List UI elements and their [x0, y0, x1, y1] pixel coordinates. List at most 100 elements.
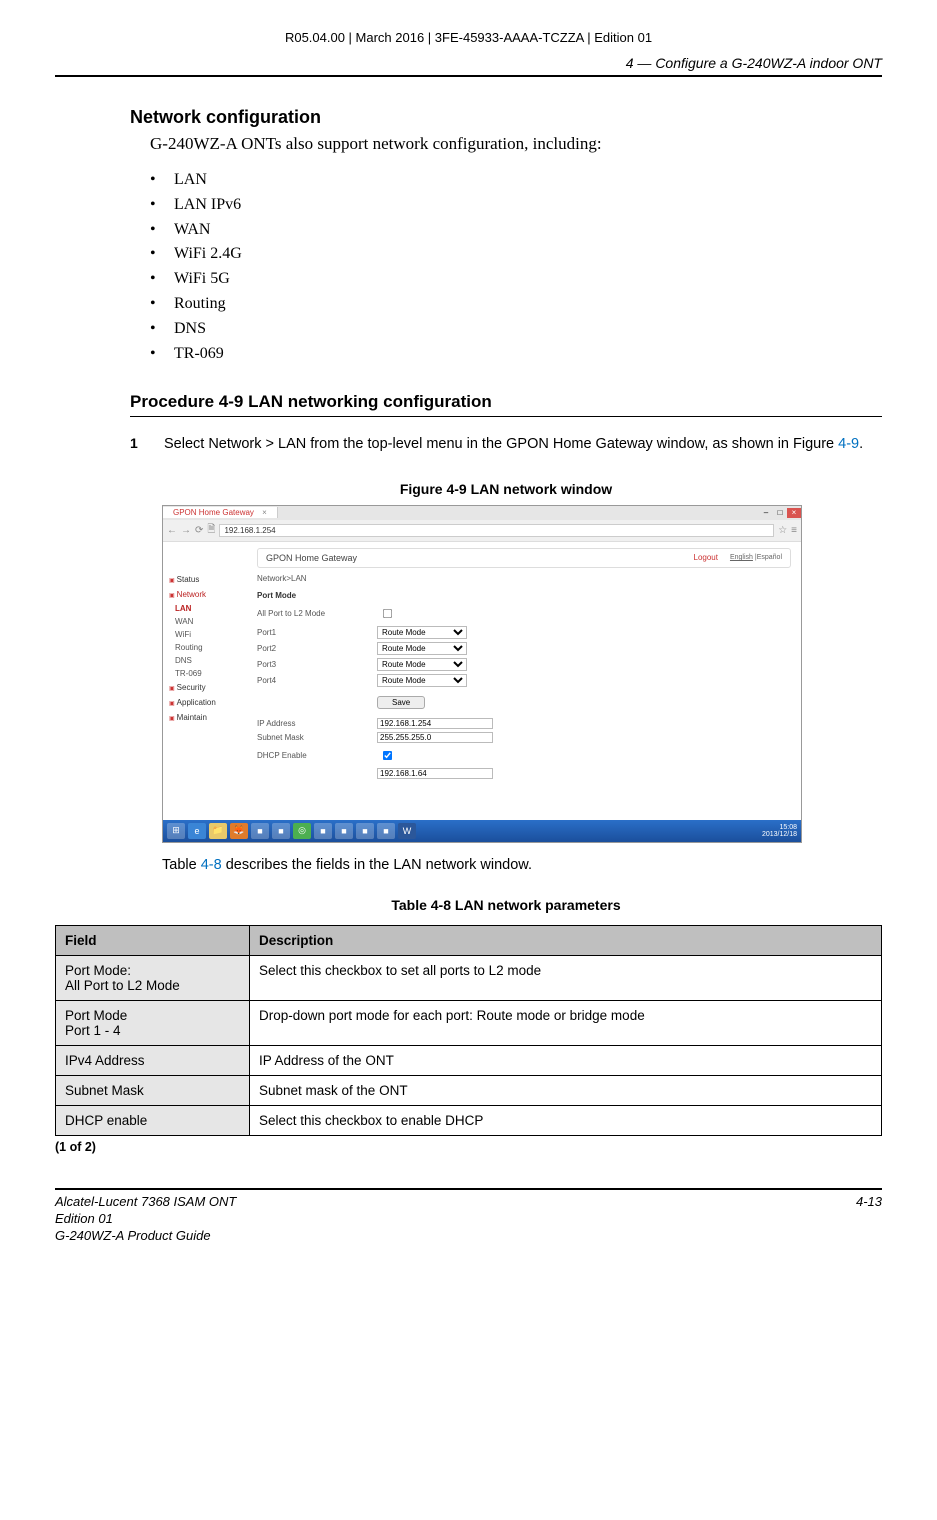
window-maximize-icon[interactable]: □ — [773, 508, 787, 518]
lang-espanol[interactable]: Español — [757, 554, 782, 561]
nav-reload-icon[interactable]: ⟳ — [195, 525, 203, 536]
figure-screenshot: GPON Home Gateway × – □ × ← → ⟳ 🗎 192.16… — [162, 505, 882, 843]
figure-caption: Figure 4-9 LAN network window — [130, 481, 882, 497]
all-l2-label: All Port to L2 Mode — [257, 609, 377, 618]
sidebar-item-routing[interactable]: Routing — [163, 641, 247, 654]
app-icon[interactable]: ■ — [356, 823, 374, 839]
list-item: WAN — [150, 218, 882, 243]
sidebar-item-wifi[interactable]: WiFi — [163, 628, 247, 641]
table-intro: Table 4-8 describes the fields in the LA… — [162, 857, 882, 873]
breadcrumb: Network>LAN — [257, 574, 791, 583]
list-item: LAN IPv6 — [150, 193, 882, 218]
extra-ip-input[interactable] — [377, 768, 493, 779]
document-id: R05.04.00 | March 2016 | 3FE-45933-AAAA-… — [55, 30, 882, 45]
app-title: GPON Home Gateway — [266, 553, 357, 563]
dhcp-enable-checkbox[interactable] — [383, 751, 392, 760]
sidebar-item-application[interactable]: Application — [163, 695, 247, 710]
step-body: Select Network > LAN from the top-level … — [164, 435, 882, 455]
cell-desc: Subnet mask of the ONT — [250, 1075, 882, 1105]
window-close-icon[interactable]: × — [787, 508, 801, 518]
port-mode-heading: Port Mode — [257, 591, 791, 600]
chrome-icon[interactable]: ◎ — [293, 823, 311, 839]
procedure-title: Procedure 4-9 LAN networking configurati… — [130, 392, 882, 417]
sidebar-item-dns[interactable]: DNS — [163, 654, 247, 667]
all-l2-checkbox[interactable] — [383, 609, 392, 618]
nav-back-icon[interactable]: ← — [167, 525, 177, 536]
figure-ref-link[interactable]: 4-9 — [838, 436, 859, 452]
taskbar-clock[interactable]: 15:08 2013/12/18 — [762, 824, 797, 838]
word-icon[interactable]: W — [398, 823, 416, 839]
app-icon[interactable]: ■ — [251, 823, 269, 839]
table-row: Port Mode: All Port to L2 Mode Select th… — [56, 955, 882, 1000]
firefox-icon[interactable]: 🦊 — [230, 823, 248, 839]
logout-link[interactable]: Logout — [694, 553, 718, 562]
cell-desc: Select this checkbox to enable DHCP — [250, 1105, 882, 1135]
star-icon[interactable]: ☆ — [778, 525, 787, 536]
nav-forward-icon[interactable]: → — [181, 525, 191, 536]
table-caption: Table 4-8 LAN network parameters — [130, 897, 882, 913]
cell-field: Port Mode: All Port to L2 Mode — [56, 955, 250, 1000]
explorer-icon[interactable]: 📁 — [209, 823, 227, 839]
port4-label: Port4 — [257, 676, 377, 685]
sidebar-item-status[interactable]: Status — [163, 572, 247, 587]
sidebar-item-network[interactable]: Network — [163, 587, 247, 602]
subnet-mask-label: Subnet Mask — [257, 733, 377, 742]
taskbar: ⊞ e 📁 🦊 ■ ■ ◎ ■ ■ ■ ■ W 15:08 2013/12/18 — [163, 820, 801, 842]
subnet-mask-input[interactable] — [377, 732, 493, 743]
app-icon[interactable]: ■ — [335, 823, 353, 839]
lang-switch[interactable]: English |Español — [730, 554, 782, 561]
params-table: Field Description Port Mode: All Port to… — [55, 925, 882, 1136]
list-item: LAN — [150, 168, 882, 193]
sidebar-item-maintain[interactable]: Maintain — [163, 710, 247, 725]
cell-field: IPv4 Address — [56, 1045, 250, 1075]
intro-text: G-240WZ-A ONTs also support network conf… — [150, 134, 882, 154]
ip-address-label: IP Address — [257, 719, 377, 728]
address-bar[interactable]: 192.168.1.254 — [219, 524, 774, 537]
cell-desc: Select this checkbox to set all ports to… — [250, 955, 882, 1000]
sidebar-item-lan[interactable]: LAN — [163, 602, 247, 615]
footer-line-3: G-240WZ-A Product Guide — [55, 1228, 236, 1245]
lang-english[interactable]: English — [730, 554, 753, 561]
sidebar-item-wan[interactable]: WAN — [163, 615, 247, 628]
list-item: TR-069 — [150, 342, 882, 367]
menu-icon[interactable]: ≡ — [791, 525, 797, 536]
ie-icon[interactable]: e — [188, 823, 206, 839]
cell-desc: Drop-down port mode for each port: Route… — [250, 1000, 882, 1045]
app-icon[interactable]: ■ — [272, 823, 290, 839]
app-sidebar: Status Network LAN WAN WiFi Routing DNS … — [163, 572, 247, 788]
dhcp-enable-label: DHCP Enable — [257, 751, 377, 760]
list-item: Routing — [150, 292, 882, 317]
page-number: 4-13 — [856, 1194, 882, 1245]
app-icon[interactable]: ■ — [314, 823, 332, 839]
port3-select[interactable]: Route Mode — [377, 658, 467, 671]
sidebar-item-security[interactable]: Security — [163, 680, 247, 695]
browser-tab[interactable]: GPON Home Gateway × — [163, 507, 278, 518]
ip-address-input[interactable] — [377, 718, 493, 729]
port3-label: Port3 — [257, 660, 377, 669]
page-icon: 🗎 — [207, 522, 215, 539]
app-icon[interactable]: ■ — [377, 823, 395, 839]
footer-line-1: Alcatel-Lucent 7368 ISAM ONT — [55, 1194, 236, 1211]
chapter-header: 4 — Configure a G-240WZ-A indoor ONT — [55, 55, 882, 77]
bullet-list: LAN LAN IPv6 WAN WiFi 2.4G WiFi 5G Routi… — [150, 168, 882, 366]
port2-label: Port2 — [257, 644, 377, 653]
start-icon[interactable]: ⊞ — [167, 823, 185, 839]
step-number: 1 — [130, 435, 146, 455]
cell-desc: IP Address of the ONT — [250, 1045, 882, 1075]
table-header-field: Field — [56, 925, 250, 955]
save-button[interactable]: Save — [377, 696, 425, 709]
port2-select[interactable]: Route Mode — [377, 642, 467, 655]
sidebar-item-tr069[interactable]: TR-069 — [163, 667, 247, 680]
window-minimize-icon[interactable]: – — [759, 508, 773, 518]
list-item: DNS — [150, 317, 882, 342]
table-ref-link[interactable]: 4-8 — [201, 857, 222, 873]
table-header-description: Description — [250, 925, 882, 955]
table-row: DHCP enable Select this checkbox to enab… — [56, 1105, 882, 1135]
tab-close-icon[interactable]: × — [262, 508, 267, 517]
table-row: Subnet Mask Subnet mask of the ONT — [56, 1075, 882, 1105]
port4-select[interactable]: Route Mode — [377, 674, 467, 687]
table-row: Port Mode Port 1 - 4 Drop-down port mode… — [56, 1000, 882, 1045]
port1-select[interactable]: Route Mode — [377, 626, 467, 639]
tab-title: GPON Home Gateway — [173, 508, 254, 517]
cell-field: Port Mode Port 1 - 4 — [56, 1000, 250, 1045]
